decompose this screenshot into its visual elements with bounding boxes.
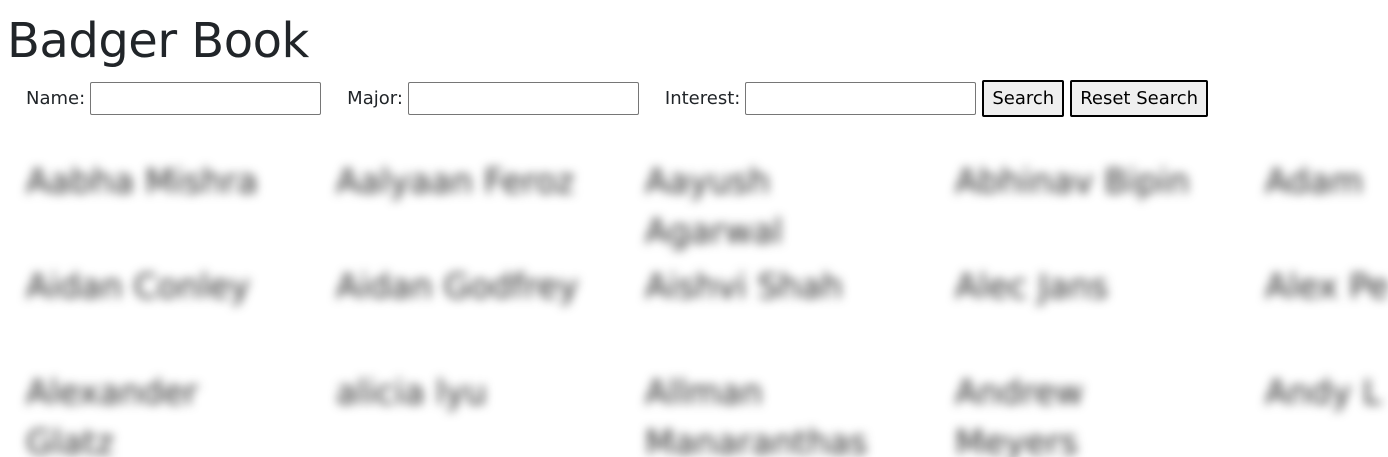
student-name: Aabha Mishra [26,162,258,202]
student-name: Andy L [1265,373,1382,413]
search-form: Name: Major: Interest: Search Reset Sear… [26,80,1209,117]
student-name: Aidan Godfrey [336,267,579,307]
name-input[interactable] [90,82,322,115]
interest-input[interactable] [745,82,977,115]
student-name: Alex Pe [1265,267,1388,307]
student-name: Aalyaan Feroz [336,162,575,202]
search-button[interactable]: Search [982,80,1065,117]
name-label: Name: [26,88,86,109]
student-name: Andrew Meyers [955,373,1084,457]
badger-book-app: Badger Book Name: Major: Interest: Searc… [0,0,1388,457]
student-name: Abhinav Bipin [955,162,1190,202]
student-name: alicia lyu [336,373,487,413]
reset-search-button[interactable]: Reset Search [1070,80,1209,117]
major-input[interactable] [407,82,639,115]
student-name: Aayush Agarwal [645,162,783,252]
student-name: Adam [1265,162,1364,202]
student-name: Aishvi Shah [645,267,843,307]
student-name: Alexander Glatz [26,373,199,457]
major-label: Major: [347,88,403,109]
student-name: Alec Jans [955,267,1109,307]
student-grid: Aabha Mishra Aalyaan Feroz Aayush Agarwa… [0,150,1388,457]
student-name: Aidan Conley [26,267,251,307]
page-title: Badger Book [7,13,309,69]
student-name: Allman Manaranthas [645,373,868,457]
interest-label: Interest: [664,88,741,109]
